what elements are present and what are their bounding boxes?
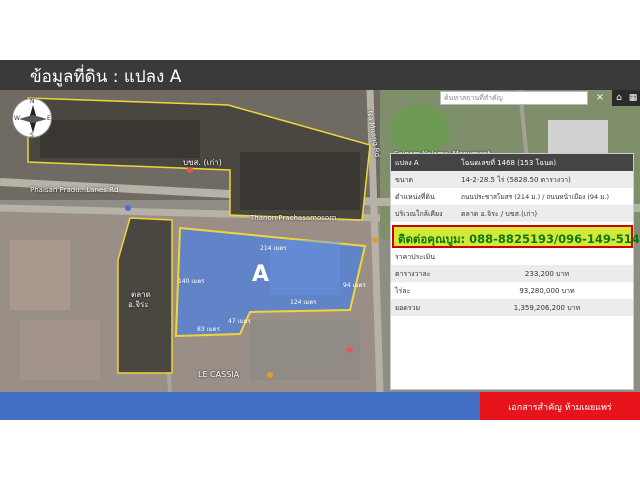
- contact-banner: ติดต่อคุณบูม: 088-8825193/096-149-5144: [392, 225, 640, 248]
- compass-n: N: [30, 98, 35, 105]
- row-key: ยอดรวม: [395, 304, 421, 312]
- table-row: ขนาด 14-2-28.5 ไร่ (5828.50 ตารางวา): [391, 171, 633, 188]
- table-row: บริเวณใกล้เคียง ตลาด อ.จิระ / บขส.(เก่า): [391, 205, 633, 222]
- confidential-badge: เอกสารสำคัญ ห้ามเผยแพร่: [480, 392, 640, 420]
- table-row: ตารางวาละ 233,200 บาท: [391, 265, 633, 282]
- table-header-row: แปลง A โฉนดเลขที่ 1468 (153 โฉนด): [391, 154, 633, 171]
- land-info-table: แปลง A โฉนดเลขที่ 1468 (153 โฉนด) ขนาด 1…: [390, 153, 634, 390]
- table-row: ราคาประเมิน: [391, 248, 633, 265]
- row-key: ตารางวาละ: [395, 270, 431, 278]
- le-cassia-label: LE CASSIA: [198, 370, 240, 379]
- page-title: ข้อมูลที่ดิน : แปลง A: [30, 67, 182, 87]
- close-icon[interactable]: ×: [592, 91, 608, 105]
- row-value: 93,280,000 บาท: [519, 287, 575, 295]
- compass-s: S: [30, 132, 34, 139]
- compass-icon: N S E W: [12, 98, 52, 139]
- table-header-value: โฉนดเลขที่ 1468 (153 โฉนด): [461, 159, 557, 167]
- row-key: ตำแหน่งที่ดิน: [395, 193, 435, 201]
- road-label-top: Phaisan Pradu...Lanes Rd: [30, 186, 119, 194]
- compass-w: W: [14, 115, 20, 122]
- map-search-input[interactable]: ค้นหาสถานที่สำคัญ: [440, 91, 588, 105]
- row-value: 14-2-28.5 ไร่ (5828.50 ตารางวา): [461, 176, 571, 184]
- row-key: ขนาด: [395, 176, 414, 184]
- compass-e: E: [47, 115, 51, 122]
- confidential-text: เอกสารสำคัญ ห้ามเผยแพร่: [508, 403, 612, 413]
- dim-top: 214 เมตร: [260, 245, 287, 252]
- row-key: ราคาประเมิน: [395, 253, 436, 261]
- page: ข้อมูลที่ดิน : แปลง A N S E W ค้นหาสถานท…: [0, 0, 640, 480]
- home-icon[interactable]: ⌂: [612, 90, 626, 106]
- dim-bottom: 83 เมตร: [197, 326, 220, 333]
- dim-left: 140 เมตร: [178, 278, 205, 285]
- table-row: ตำแหน่งที่ดิน ถนนประชาสโมสร (214 ม.) / ถ…: [391, 188, 633, 205]
- table-row: ไร่ละ 93,280,000 บาท: [391, 282, 633, 299]
- row-key: ไร่ละ: [395, 287, 411, 295]
- row-value: 1,359,206,200 บาท: [513, 304, 581, 312]
- table-header-key: แปลง A: [395, 159, 419, 167]
- road-label-middle: Thanon Prachasamosorn: [250, 214, 337, 222]
- row-key: บริเวณใกล้เคียง: [395, 210, 443, 218]
- dim-right: 94 เมตร: [343, 282, 366, 289]
- row-value: 233,200 บาท: [524, 270, 570, 278]
- bks-label: บขส. (เก่า): [183, 158, 222, 167]
- contact-text: ติดต่อคุณบูม: 088-8825193/096-149-5144: [398, 232, 640, 246]
- dim-notch: 47 เมตร: [228, 318, 251, 325]
- row-value: ตลาด อ.จิระ / บขส.(เก่า): [461, 210, 538, 218]
- plot-letter: A: [252, 262, 270, 287]
- title-bar: ข้อมูลที่ดิน : แปลง A: [0, 60, 640, 90]
- table-row: ยอดรวม 1,359,206,200 บาท: [391, 299, 633, 316]
- grid-icon[interactable]: ▦: [626, 90, 640, 106]
- dim-mid: 124 เมตร: [290, 299, 317, 306]
- row-value: ถนนประชาสโมสร (214 ม.) / ถนนหน้าเมือง (9…: [461, 193, 610, 201]
- market-label-line2: อ.จิระ: [128, 300, 149, 309]
